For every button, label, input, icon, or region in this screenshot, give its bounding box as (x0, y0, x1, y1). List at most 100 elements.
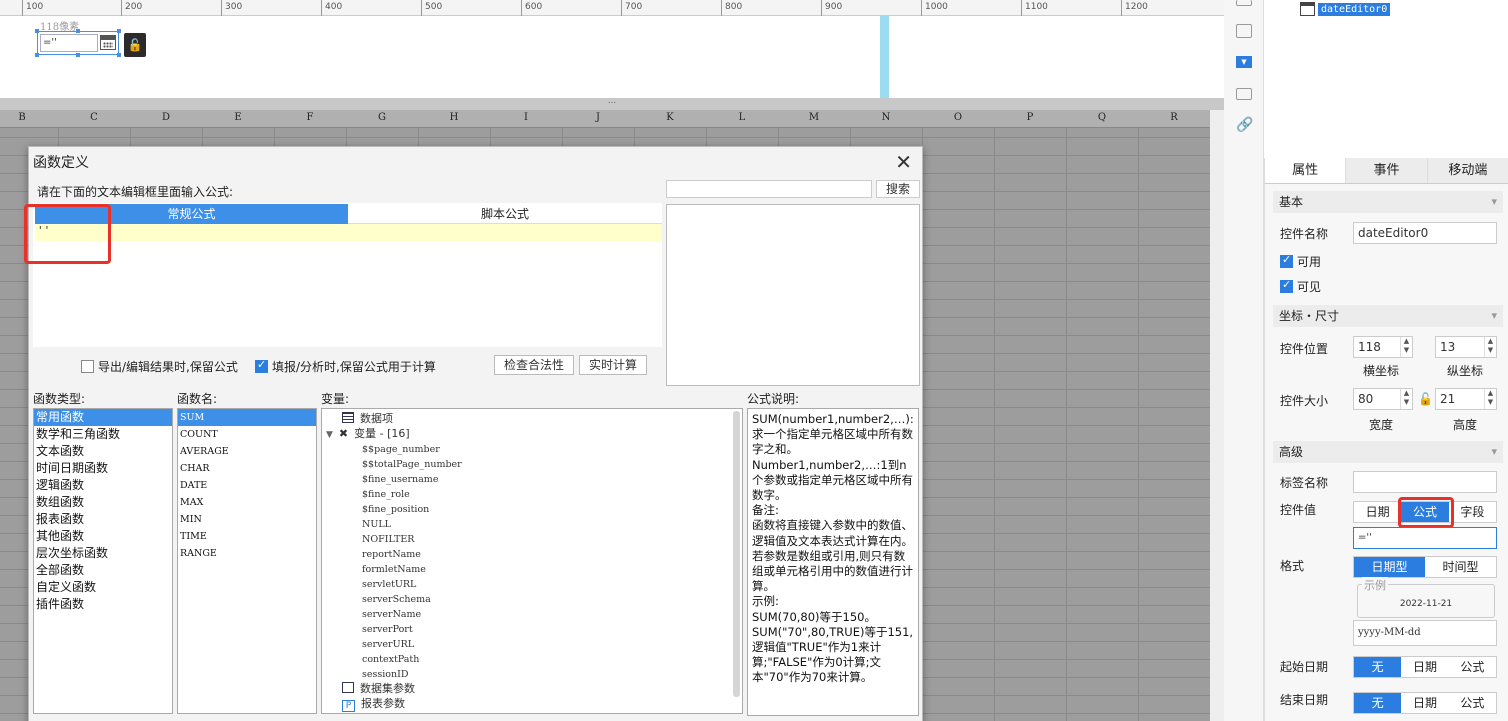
list-item[interactable]: RANGE (178, 545, 316, 562)
variable-item[interactable]: formletName (322, 561, 742, 576)
dropdown-icon[interactable]: ▼ (1236, 56, 1252, 68)
tab-mobile[interactable]: 移动端 (1427, 158, 1508, 183)
option-keep-formula-fill[interactable]: 填报/分析时,保留公式用于计算 (255, 358, 436, 375)
enabled-checkbox[interactable]: 可用 (1280, 253, 1321, 270)
widget-name-input[interactable]: dateEditor0 (1353, 222, 1497, 244)
stepper-icon[interactable]: ▲ ▼ (1484, 337, 1496, 357)
list-item[interactable]: 其他函数 (34, 528, 172, 545)
height-input[interactable]: 21 ▲ ▼ (1435, 388, 1497, 410)
date-widget-input[interactable]: ='' (40, 34, 98, 52)
variable-item[interactable]: serverName (322, 606, 742, 621)
search-button[interactable]: 搜索 (876, 180, 920, 198)
variable-item[interactable]: reportName (322, 546, 742, 561)
resize-handle[interactable] (117, 29, 121, 33)
tab-script-formula[interactable]: 脚本公式 (348, 204, 662, 224)
vertical-scrollbar[interactable] (1210, 110, 1224, 721)
tree-node-dateeditor[interactable]: dateEditor0 (1300, 2, 1391, 16)
tag-name-input[interactable] (1353, 471, 1497, 493)
group-coordinates[interactable]: 坐标・尺寸 (1273, 305, 1503, 327)
link-icon[interactable]: 🔗 (1236, 118, 1253, 132)
resize-handle[interactable] (35, 29, 39, 33)
stepper-icon[interactable]: ▲ ▼ (1484, 389, 1496, 409)
group-basic[interactable]: 基本 (1273, 191, 1503, 213)
list-item[interactable]: 插件函数 (34, 596, 172, 613)
realtime-calc-button[interactable]: 实时计算 (579, 355, 647, 375)
list-item[interactable]: TIME (178, 528, 316, 545)
list-item[interactable]: 时间日期函数 (34, 460, 172, 477)
list-item[interactable]: AVERAGE (178, 443, 316, 460)
list-icon[interactable] (1236, 88, 1252, 100)
list-item[interactable]: DATE (178, 477, 316, 494)
form-canvas[interactable] (0, 16, 1224, 98)
list-item[interactable]: MIN (178, 511, 316, 528)
start-date-segment[interactable]: 无 日期 公式 (1353, 656, 1497, 678)
list-item[interactable]: SUM (178, 409, 316, 426)
list-item[interactable]: 全部函数 (34, 562, 172, 579)
value-type-date[interactable]: 日期 (1354, 502, 1401, 522)
calendar-icon[interactable] (100, 35, 116, 50)
check-validity-button[interactable]: 检查合法性 (494, 355, 574, 375)
formula-text[interactable]: '' (35, 224, 662, 241)
value-type-field[interactable]: 字段 (1449, 502, 1496, 522)
resize-handle[interactable] (76, 29, 80, 33)
variable-item[interactable]: NULL (322, 516, 742, 531)
list-item[interactable]: 报表函数 (34, 511, 172, 528)
variable-item[interactable]: $fine_username (322, 471, 742, 486)
variable-item[interactable]: $$page_number (322, 441, 742, 456)
search-input[interactable] (666, 180, 872, 198)
variable-item[interactable]: $fine_role (322, 486, 742, 501)
resize-handle[interactable] (117, 53, 121, 57)
value-formula-input[interactable]: ='' (1353, 527, 1497, 549)
list-item[interactable]: CHAR (178, 460, 316, 477)
checkbox-checked[interactable] (255, 358, 268, 373)
variable-item[interactable]: contextPath (322, 651, 742, 666)
pos-x-input[interactable]: 118 ▲ ▼ (1353, 336, 1413, 358)
start-none[interactable]: 无 (1354, 657, 1402, 677)
variable-item[interactable]: servletURL (322, 576, 742, 591)
format-date[interactable]: 日期型 (1354, 557, 1425, 577)
function-type-list[interactable]: 常用函数 数学和三角函数 文本函数 时间日期函数 逻辑函数 数组函数 报表函数 … (33, 408, 173, 714)
widget-icon[interactable] (1236, 0, 1252, 6)
end-none[interactable]: 无 (1354, 693, 1402, 713)
group-advanced[interactable]: 高级 (1273, 441, 1503, 463)
list-item[interactable]: 层次坐标函数 (34, 545, 172, 562)
end-date-segment[interactable]: 无 日期 公式 (1353, 692, 1497, 714)
list-item[interactable]: 常用函数 (34, 409, 172, 426)
list-item[interactable]: 自定义函数 (34, 579, 172, 596)
variable-item[interactable]: sessionID (322, 666, 742, 681)
date-pattern-input[interactable]: yyyy-MM-dd (1353, 620, 1497, 646)
tab-properties[interactable]: 属性 (1265, 158, 1347, 183)
format-segment[interactable]: 日期型 时间型 (1353, 556, 1497, 578)
list-item[interactable]: 数学和三角函数 (34, 426, 172, 443)
pos-y-input[interactable]: 13 ▲ ▼ (1435, 336, 1497, 358)
close-icon[interactable]: ✕ (895, 150, 912, 174)
variable-item[interactable]: $$totalPage_number (322, 456, 742, 471)
function-name-list[interactable]: SUM COUNT AVERAGE CHAR DATE MAX MIN TIME… (177, 408, 317, 714)
variable-item[interactable]: serverSchema (322, 591, 742, 606)
end-date[interactable]: 日期 (1401, 693, 1448, 713)
list-item[interactable]: MAX (178, 494, 316, 511)
formula-editor[interactable]: 常规公式 脚本公式 '' (33, 203, 662, 347)
list-item[interactable]: 文本函数 (34, 443, 172, 460)
checkbox-checked[interactable] (1280, 253, 1293, 268)
resize-handle[interactable] (76, 53, 80, 57)
resize-handle[interactable] (35, 53, 39, 57)
search-result-pane[interactable] (666, 204, 920, 386)
variable-item[interactable]: serverURL (322, 636, 742, 651)
list-item[interactable]: 数组函数 (34, 494, 172, 511)
list-item[interactable]: COUNT (178, 426, 316, 443)
format-time[interactable]: 时间型 (1425, 557, 1496, 577)
variable-item[interactable]: serverPort (322, 621, 742, 636)
tree-item-dataset-params[interactable]: 数据集参数 (322, 681, 742, 696)
checkbox[interactable] (81, 360, 94, 373)
tree-item-data-items[interactable]: 数据项 (322, 411, 742, 426)
variable-item[interactable]: $fine_position (322, 501, 742, 516)
stepper-icon[interactable]: ▲ ▼ (1400, 337, 1412, 357)
end-formula[interactable]: 公式 (1449, 693, 1496, 713)
start-formula[interactable]: 公式 (1449, 657, 1496, 677)
tree-item-report-params[interactable]: P 报表参数 (322, 696, 742, 712)
lock-ratio-icon[interactable]: 🔓 (1418, 392, 1433, 406)
checkbox-checked[interactable] (1280, 278, 1293, 293)
width-input[interactable]: 80 ▲ ▼ (1353, 388, 1413, 410)
pane-splitter[interactable]: ... (0, 97, 1224, 110)
